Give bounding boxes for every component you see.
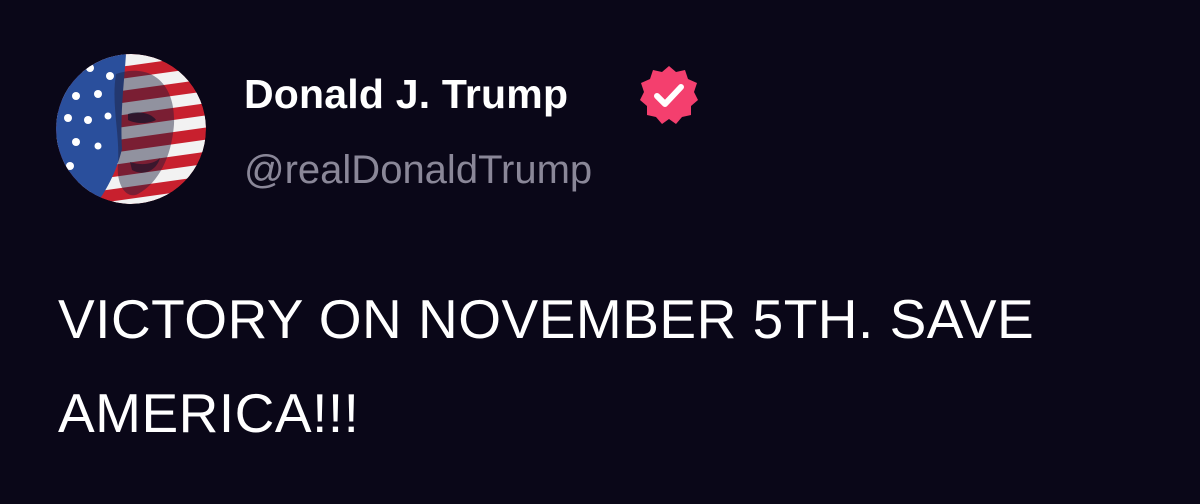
verified-badge-icon xyxy=(638,64,700,126)
avatar[interactable] xyxy=(56,54,206,204)
post-card: Donald J. Trump @realDonaldTrump VICTORY… xyxy=(0,0,1200,504)
post-text: VICTORY ON NOVEMBER 5TH. SAVE AMERICA!!! xyxy=(58,288,1035,444)
avatar-image xyxy=(56,54,206,204)
author-handle[interactable]: @realDonaldTrump xyxy=(244,142,592,198)
author-display-name[interactable]: Donald J. Trump xyxy=(244,66,568,122)
